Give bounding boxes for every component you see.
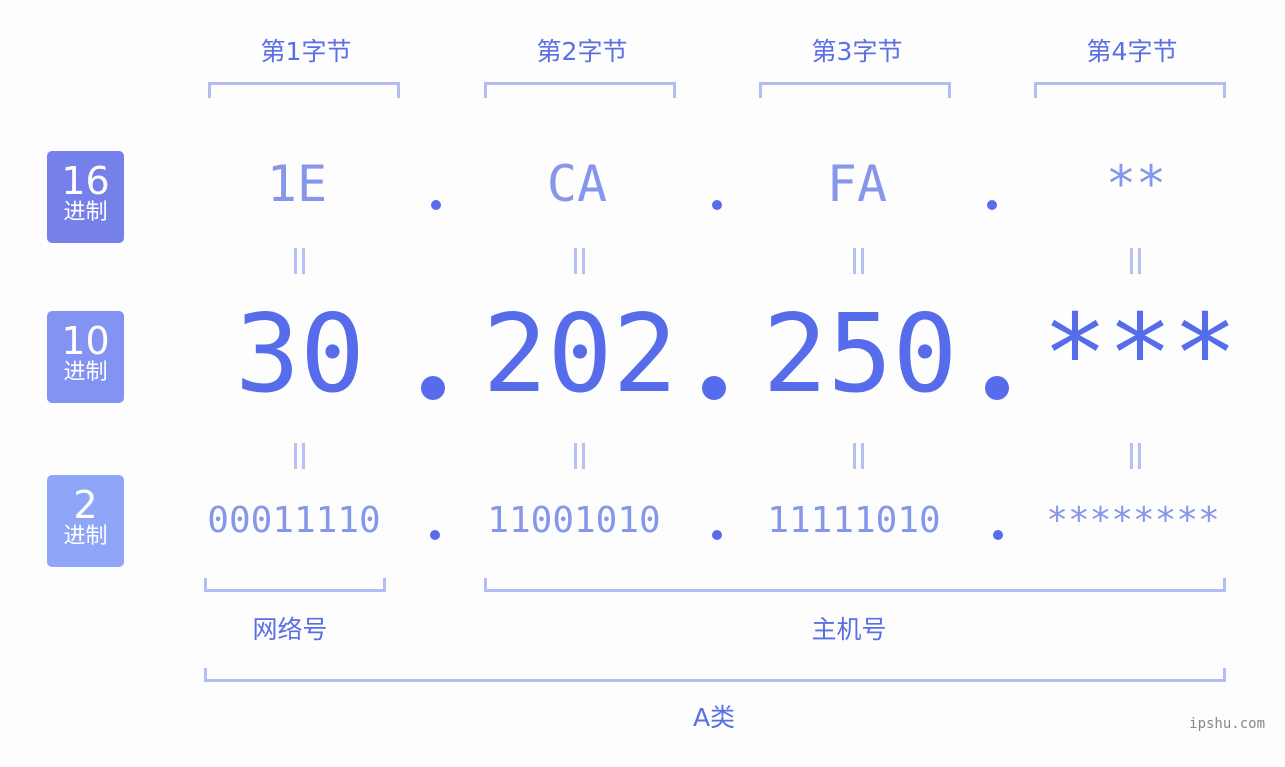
dec-badge: 10 进制 — [47, 311, 124, 403]
hex-separator-dot — [712, 200, 722, 210]
hex-byte-4: ** — [1105, 155, 1167, 213]
hex-badge-number: 16 — [61, 159, 110, 203]
hex-badge: 16 进制 — [47, 151, 124, 243]
equals-icon — [292, 443, 308, 469]
equals-icon — [292, 248, 308, 274]
hex-separator-dot — [987, 200, 997, 210]
equals-icon — [572, 443, 588, 469]
equals-icon — [572, 248, 588, 274]
dec-byte-2: 202 — [482, 292, 678, 417]
bin-badge-number: 2 — [73, 483, 98, 527]
equals-icon — [1128, 443, 1144, 469]
equals-icon — [851, 248, 867, 274]
byte-3-header: 第3字节 — [811, 37, 903, 66]
byte-2-bracket — [484, 82, 676, 98]
watermark: ipshu.com — [1189, 716, 1265, 732]
byte-3-bracket — [759, 82, 951, 98]
class-bracket — [204, 668, 1226, 682]
bin-separator-dot — [430, 530, 440, 540]
host-label: 主机号 — [811, 615, 887, 644]
byte-4-bracket — [1034, 82, 1226, 98]
hex-badge-label: 进制 — [63, 200, 108, 225]
dec-byte-1: 30 — [234, 292, 366, 417]
equals-icon — [851, 443, 867, 469]
hex-byte-1: 1E — [266, 155, 328, 213]
host-bracket — [484, 578, 1226, 592]
bin-badge-label: 进制 — [63, 524, 108, 549]
equals-icon — [1128, 248, 1144, 274]
dec-separator-dot — [702, 376, 726, 400]
hex-byte-2: CA — [546, 155, 608, 213]
bin-byte-1: 00011110 — [207, 500, 381, 541]
byte-2-header: 第2字节 — [536, 37, 628, 66]
hex-separator-dot — [431, 200, 441, 210]
dec-byte-3: 250 — [762, 292, 958, 417]
network-bracket — [204, 578, 386, 592]
dec-byte-4: *** — [1042, 292, 1238, 417]
network-label: 网络号 — [252, 615, 328, 644]
bin-badge: 2 进制 — [47, 475, 124, 567]
byte-1-bracket — [208, 82, 400, 98]
byte-4-header: 第4字节 — [1086, 37, 1178, 66]
bin-byte-4: ******** — [1046, 500, 1220, 541]
dec-separator-dot — [421, 376, 445, 400]
dec-badge-number: 10 — [61, 319, 110, 363]
hex-byte-3: FA — [826, 155, 888, 213]
bin-separator-dot — [712, 530, 722, 540]
dec-badge-label: 进制 — [63, 360, 108, 385]
bin-byte-2: 11001010 — [487, 500, 661, 541]
bin-separator-dot — [993, 530, 1003, 540]
class-label: A类 — [692, 703, 736, 732]
bin-byte-3: 11111010 — [767, 500, 941, 541]
byte-1-header: 第1字节 — [260, 37, 352, 66]
dec-separator-dot — [985, 376, 1009, 400]
